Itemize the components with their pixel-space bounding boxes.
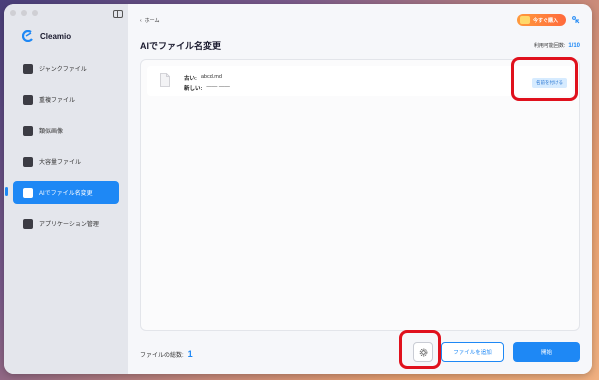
file-total-label: ファイルの総数:: [140, 353, 184, 359]
window-controls: [10, 10, 38, 16]
close-window-button[interactable]: [10, 10, 16, 16]
old-filename: 古い: abcd.md: [184, 74, 222, 82]
file-size-icon: [23, 156, 33, 167]
sidebar-item-label: 重複ファイル: [39, 98, 76, 104]
rename-button[interactable]: 名前を付ける: [532, 78, 567, 88]
back-label: ホーム: [144, 18, 160, 24]
add-file-button[interactable]: ファイルを追加: [441, 342, 504, 362]
back-link[interactable]: ‹ ホーム: [140, 17, 160, 25]
list-item: 古い: abcd.md 新しい: —— —— 名前を付ける: [147, 66, 573, 96]
folder-icon: [23, 94, 33, 105]
sidebar-nav: ジャンクファイル 重複ファイル 類似画像 大容量ファイル AIでファイル名変更 …: [13, 57, 119, 243]
file-list-panel: 古い: abcd.md 新しい: —— —— 名前を付ける: [140, 59, 580, 331]
broom-icon: [23, 63, 33, 74]
app-window: Cleamio ジャンクファイル 重複ファイル 類似画像 大容量ファイル AIで…: [4, 4, 592, 374]
file-total: ファイルの総数: 1: [140, 349, 193, 359]
app-logo: Cleamio: [22, 30, 71, 42]
new-label: 新しい:: [184, 86, 203, 92]
sidebar-item-label: アプリケーション管理: [39, 222, 99, 228]
buy-now-button[interactable]: 今すぐ購入: [516, 14, 566, 26]
new-name: —— ——: [206, 84, 230, 90]
sidebar-item-junk-files[interactable]: ジャンクファイル: [13, 57, 119, 80]
ai-rename-icon: [23, 187, 33, 198]
sidebar-item-label: 類似画像: [39, 129, 64, 135]
document-icon: [160, 73, 170, 87]
new-filename: 新しい: —— ——: [184, 84, 230, 92]
cleamio-logo-icon: [22, 30, 33, 42]
usage-value: 1/10: [568, 43, 580, 49]
file-total-count: 1: [187, 349, 193, 359]
usage-label: 利用可能回数:: [533, 43, 566, 49]
gear-icon: [419, 348, 427, 356]
sidebar-item-label: 大容量ファイル: [39, 160, 82, 166]
old-name: abcd.md: [200, 74, 222, 80]
zoom-window-button[interactable]: [32, 10, 38, 16]
sidebar: Cleamio ジャンクファイル 重複ファイル 類似画像 大容量ファイル AIで…: [4, 4, 128, 374]
image-icon: [23, 125, 33, 136]
help-icon[interactable]: [571, 15, 580, 24]
start-button[interactable]: 開始: [513, 342, 580, 362]
sidebar-item-large-files[interactable]: 大容量ファイル: [13, 150, 119, 173]
old-label: 古い:: [184, 76, 197, 82]
settings-button[interactable]: [413, 342, 433, 362]
sidebar-item-label: AIでファイル名変更: [39, 191, 93, 197]
sidebar-item-app-management[interactable]: アプリケーション管理: [13, 212, 119, 235]
minimize-window-button[interactable]: [21, 10, 27, 16]
chevron-left-icon: ‹: [140, 17, 142, 24]
sidebar-item-label: ジャンクファイル: [39, 67, 87, 73]
active-indicator: [5, 187, 8, 196]
buy-label: 今すぐ購入: [532, 17, 558, 24]
sidebar-item-duplicate-files[interactable]: 重複ファイル: [13, 88, 119, 111]
page-title: AIでファイル名変更: [140, 41, 222, 51]
app-store-icon: [23, 218, 33, 229]
sidebar-item-ai-rename[interactable]: AIでファイル名変更: [13, 181, 119, 204]
usage-counter: 利用可能回数: 1/10: [534, 42, 580, 49]
app-name: Cleamio: [40, 31, 72, 41]
main-content: ‹ ホーム 今すぐ購入 AIでファイル名変更 利用可能回数: 1/10 古い:: [128, 4, 592, 374]
sidebar-toggle-icon[interactable]: [113, 10, 123, 18]
ticket-icon: [519, 16, 530, 24]
sidebar-item-similar-images[interactable]: 類似画像: [13, 119, 119, 142]
